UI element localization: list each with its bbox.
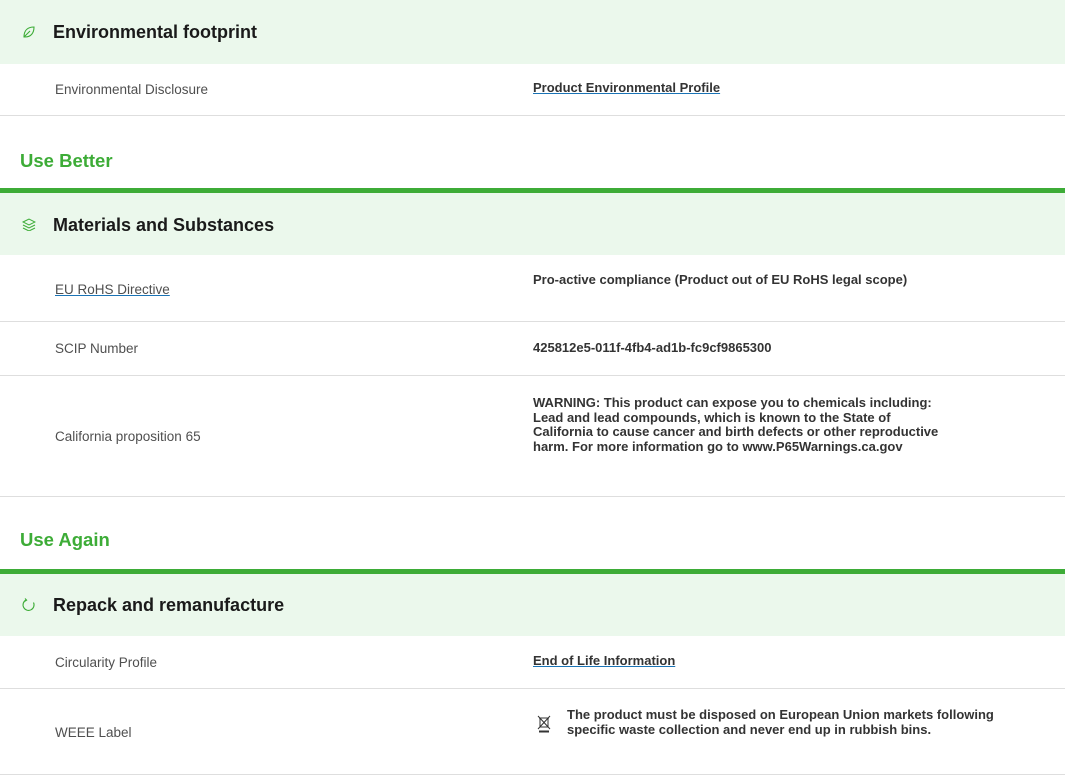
row-value: Pro-active compliance (Product out of EU… [533, 272, 908, 287]
recycle-icon [22, 598, 36, 612]
product-environmental-profile-link[interactable]: Product Environmental Profile [533, 80, 933, 96]
row-scip-number: SCIP Number 425812e5-011f-4fb4-ad1b-fc9c… [0, 322, 1065, 376]
end-of-life-information-link[interactable]: End of Life Information [533, 653, 933, 669]
row-label: Circularity Profile [55, 655, 158, 670]
row-california-prop-65: California proposition 65 WARNING: This … [0, 376, 1065, 497]
row-value: 425812e5-011f-4fb4-ad1b-fc9cf9865300 [533, 340, 772, 355]
group-title-use-better: Use Better [20, 150, 113, 171]
row-label: SCIP Number [55, 341, 139, 356]
layers-icon [22, 217, 36, 231]
section-title: Materials and Substances [53, 215, 275, 235]
row-environmental-disclosure: Environmental Disclosure Product Environ… [0, 64, 1065, 116]
row-circularity-profile: Circularity Profile End of Life Informat… [0, 636, 1065, 689]
leaf-icon [22, 25, 36, 39]
row-label: WEEE Label [55, 725, 132, 740]
section-title: Environmental footprint [53, 22, 257, 42]
row-label: California proposition 65 [55, 429, 201, 444]
materials-substances-header: Materials and Substances [0, 193, 1065, 255]
row-value: WARNING: This product can expose you to … [533, 395, 939, 454]
eu-rohs-directive-link[interactable]: EU RoHS Directive [55, 282, 170, 297]
section-title: Repack and remanufacture [53, 595, 285, 615]
row-value: The product must be disposed on European… [567, 707, 994, 737]
row-label: Environmental Disclosure [55, 82, 209, 97]
row-weee-label: WEEE Label The product must be disposed … [0, 689, 1065, 775]
crossed-bin-icon [537, 715, 551, 733]
row-eu-rohs: EU RoHS Directive Pro-active compliance … [0, 255, 1065, 322]
repack-remanufacture-header: Repack and remanufacture [0, 574, 1065, 636]
group-title-use-again: Use Again [20, 529, 110, 550]
environmental-footprint-header: Environmental footprint [0, 0, 1065, 64]
